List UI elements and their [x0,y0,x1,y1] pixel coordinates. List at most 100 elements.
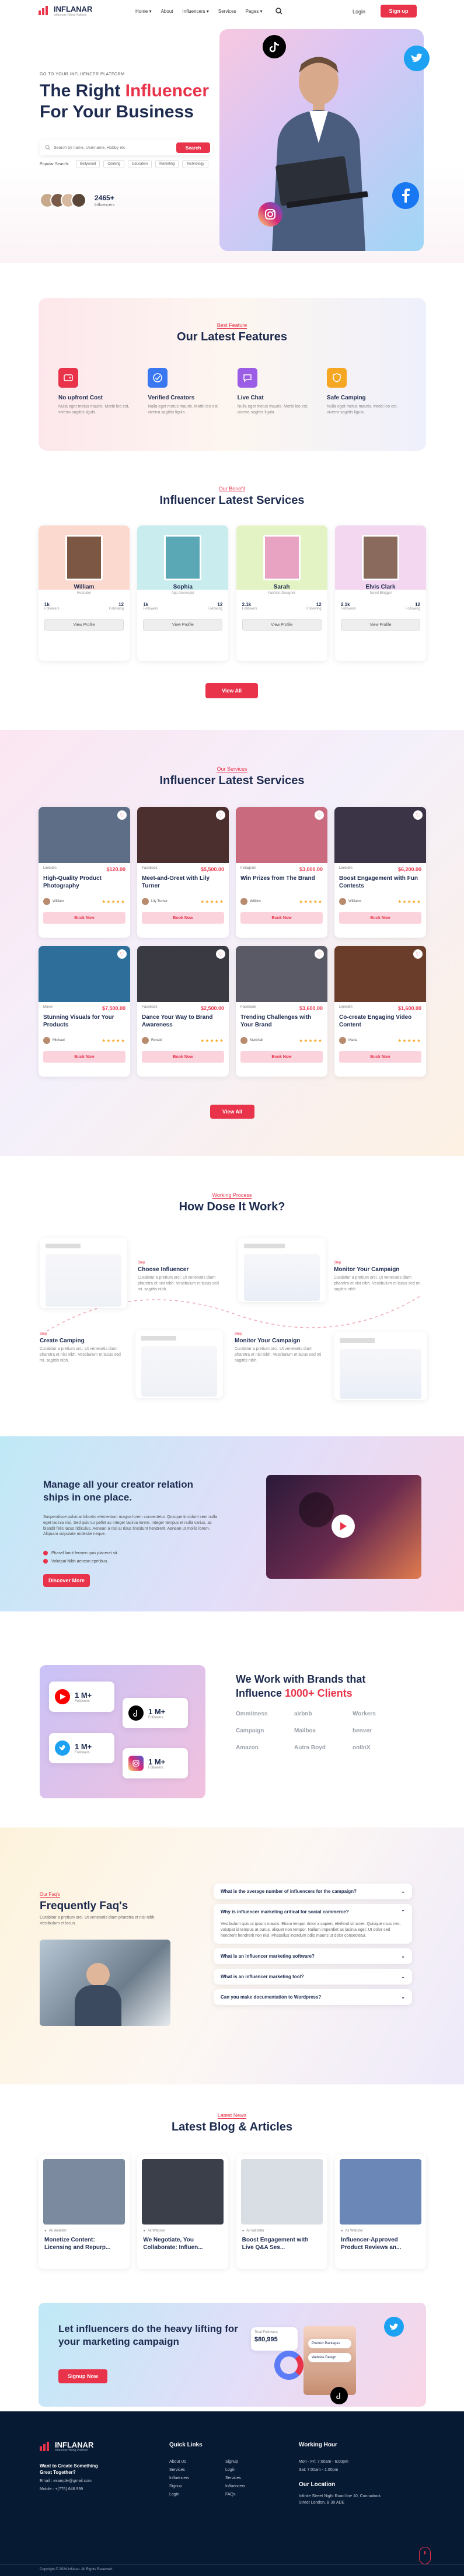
blog-card[interactable]: ● Ali Webster Monetize Content: Licensing … [39,2154,130,2269]
faq-item[interactable]: Why is influencer marketing critical for… [214,1904,412,1944]
logo-bars-icon [40,2442,53,2451]
footer-link[interactable]: About Us [169,2458,189,2466]
blog-title[interactable]: Monetize Content: Licensing and Repurp..… [39,2233,130,2251]
service-title[interactable]: Dance Your Way to Brand Awareness [137,1011,229,1031]
hero-search-input[interactable] [54,143,165,152]
tag-chip[interactable]: Marketing [155,160,179,168]
influencer-card[interactable]: Sarah Fashion Designer 2.1k Followers 12 F… [236,525,327,661]
footer-email[interactable]: Email : example@gmail.com [40,2479,92,2483]
discover-more-button[interactable]: Discover More [43,1574,90,1587]
footer-link[interactable]: Services [225,2474,245,2483]
cta-signup-button[interactable]: Signup Now [58,2369,107,2383]
service-card[interactable]: ♡ LinkedIn $6,200.00 Boost Engagement with … [334,807,426,938]
blog-card[interactable]: ● Ali Webster Boost Engagement with Live Q… [236,2154,327,2269]
signup-button[interactable]: Sign up [381,5,417,18]
heart-icon[interactable]: ♡ [315,949,324,959]
service-title[interactable]: Co-create Engaging Video Content [334,1011,426,1031]
tag-chip[interactable]: Cooking [103,160,125,168]
video-thumbnail[interactable] [266,1475,421,1579]
brand-logo: Campaign [236,1728,264,1734]
heart-icon[interactable]: ♡ [216,949,225,959]
copyright: Copyright © 2024 Inflanar. All Rights Re… [40,2568,113,2571]
book-now-button[interactable]: Book Now [339,1051,421,1063]
hours-line: Mon - Fri: 7:00am - 6:00pm [299,2460,348,2464]
nav-item-services[interactable]: Services [218,9,236,14]
footer-link[interactable]: Login [169,2491,189,2499]
service-title[interactable]: Win Prizes from The Brand [236,872,327,892]
blog-card[interactable]: ● Ali Webster Influencer-Approved Product … [334,2154,426,2269]
scroll-mouse-icon[interactable] [419,2547,431,2564]
heart-icon[interactable]: ♡ [117,810,127,820]
blog-title[interactable]: We Negotiate, You Collaborate: Influen..… [137,2233,228,2251]
view-profile-button[interactable]: View Profile [340,619,420,631]
service-card[interactable]: ♡ Facebook $5,500.00 Meet-and-Greet with Li… [137,807,229,938]
footer-link[interactable]: Signup [225,2458,245,2466]
service-title[interactable]: Boost Engagement with Fun Contests [334,872,426,892]
influencer-card[interactable]: Elvis Clark Travel Blogger 2.1k Followers… [334,525,426,661]
blog-title[interactable]: Influencer-Approved Product Reviews an..… [335,2233,426,2251]
view-all-services-button[interactable]: View All [210,1105,254,1119]
service-card[interactable]: ♡ Facebook $2,500.00 Dance Your Way to Bran… [137,946,229,1077]
faq-item[interactable]: What is the average number of influencer… [214,1884,412,1899]
footer-logo[interactable]: INFLANAR [55,2441,93,2449]
footer-link[interactable]: Influencers [225,2483,245,2491]
footer-link[interactable]: Signup [169,2483,189,2491]
service-title[interactable]: High-Quality Product Photography [39,872,130,892]
book-now-button[interactable]: Book Now [142,1051,224,1063]
service-title[interactable]: Trending Challenges with Your Brand [236,1011,327,1031]
service-card[interactable]: ♡ LinkedIn $1,600.00 Co-create Engaging Vid… [334,946,426,1077]
service-price: $120.00 [106,866,125,872]
nav-item-home[interactable]: Home ▾ [135,9,152,14]
faq-list: What is the average number of influencer… [214,1884,412,2010]
footer-link[interactable]: FAQs [225,2491,245,2499]
blog-card[interactable]: ● Ali Webster We Negotiate, You Collaborat… [137,2154,229,2269]
book-now-button[interactable]: Book Now [43,912,125,924]
service-card[interactable]: ♡ Movie $7,500.00 Stunning Visuals for Your… [39,946,130,1077]
footer-mobile[interactable]: Mobile : +(776) 646 999 [40,2487,83,2491]
view-all-influencers-button[interactable]: View All [205,683,258,698]
logo-text[interactable]: INFLANAR [54,5,92,13]
view-profile-button[interactable]: View Profile [242,619,322,631]
login-link[interactable]: Login [353,9,365,15]
book-now-button[interactable]: Book Now [142,912,224,924]
service-title[interactable]: Meet-and-Greet with Lily Turner [137,872,229,892]
book-now-button[interactable]: Book Now [240,912,323,924]
search-icon[interactable] [274,6,284,16]
faq-question: What is the average number of influencer… [221,1889,357,1894]
service-card[interactable]: ♡ LinkedIn $120.00 High-Quality Product Pho… [39,807,130,938]
tag-chip[interactable]: Technology [182,160,208,168]
book-now-button[interactable]: Book Now [43,1051,125,1063]
blog-title[interactable]: Boost Engagement with Live Q&A Ses... [236,2233,327,2251]
play-icon[interactable] [332,1515,355,1538]
book-now-button[interactable]: Book Now [240,1051,323,1063]
faq-item[interactable]: Can you make documentation to Wordpress?… [214,1989,412,2006]
service-title[interactable]: Stunning Visuals for Your Products [39,1011,130,1031]
nav-item-influencers[interactable]: Influencers ▾ [183,9,209,14]
influencer-card[interactable]: Sophia App Developer 1k Followers 12 Follo… [137,525,229,661]
heart-icon[interactable]: ♡ [216,810,225,820]
service-platform: LinkedIn [43,866,57,870]
faq-item[interactable]: What is an influencer marketing tool? ⌄ [214,1969,412,1985]
heart-icon[interactable]: ♡ [413,810,423,820]
book-now-button[interactable]: Book Now [339,912,421,924]
heart-icon[interactable]: ♡ [117,949,127,959]
view-profile-button[interactable]: View Profile [44,619,124,631]
view-profile-button[interactable]: View Profile [143,619,223,631]
service-user: Ronald [151,1039,163,1042]
influencer-card[interactable]: William Recruiter 1k Followers 12 Followin… [39,525,130,661]
heart-icon[interactable]: ♡ [413,949,423,959]
tag-chip[interactable]: Education [128,160,152,168]
service-card[interactable]: ♡ Facebook $3,600.00 Trending Challenges wi… [236,946,327,1077]
tag-chip[interactable]: Bollywood [76,160,100,168]
faq-item[interactable]: What is an influencer marketing software… [214,1948,412,1965]
footer-link[interactable]: Influencers [169,2474,189,2483]
footer-link[interactable]: Services [169,2466,189,2474]
nav-item-pages[interactable]: Pages ▾ [246,9,263,14]
heart-icon[interactable]: ♡ [315,810,324,820]
nav-item-about[interactable]: About [161,9,173,14]
service-card[interactable]: ♡ Instagram $3,000.00 Win Prizes from The B… [236,807,327,938]
influencer-stats: 2.1k Followers 12 Following [335,595,426,611]
hero-search-button[interactable]: Search [176,142,210,153]
cta-stat-card: Total Followers $80,995 [251,2327,298,2351]
footer-link[interactable]: Login [225,2466,245,2474]
